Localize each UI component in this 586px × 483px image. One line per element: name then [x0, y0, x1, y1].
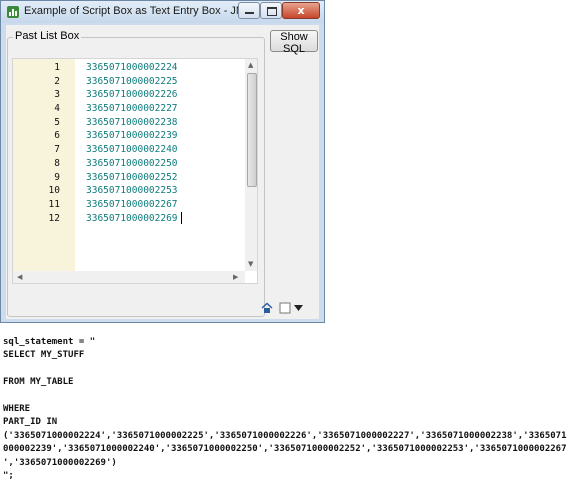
script-line[interactable]: 8 3365071000002250	[13, 157, 253, 171]
script-line[interactable]: 5 3365071000002238	[13, 116, 253, 130]
dropdown-arrow-icon[interactable]	[294, 305, 303, 312]
show-sql-button[interactable]: Show SQL	[270, 30, 318, 55]
vertical-scroll-thumb[interactable]	[247, 73, 257, 187]
line-text: 3365071000002267	[86, 198, 178, 210]
script-line[interactable]: 11 3365071000002267	[13, 198, 253, 212]
close-icon: x	[297, 4, 305, 17]
app-window: Example of Script Box as Text Entry Box …	[0, 0, 325, 323]
line-text: 3365071000002225	[86, 75, 178, 87]
script-line[interactable]: 1 3365071000002224	[13, 61, 253, 75]
window-content: Past List Box Show SQL 1 3365071000002224…	[6, 25, 319, 319]
line-text: 3365071000002239	[86, 130, 178, 142]
line-text: 3365071000002253	[86, 185, 178, 197]
line-text: 3365071000002250	[86, 157, 178, 169]
scroll-up-icon[interactable]: ▲	[248, 61, 253, 69]
window-title: Example of Script Box as Text Entry Box …	[24, 5, 253, 17]
line-number: 6	[54, 130, 60, 142]
minimize-button[interactable]	[238, 2, 260, 19]
line-number: 9	[54, 171, 60, 183]
scroll-down-icon[interactable]: ▼	[248, 260, 253, 268]
line-text: 3365071000002238	[86, 116, 178, 128]
horizontal-scrollbar[interactable]: ◀ ▶	[13, 271, 245, 283]
script-line[interactable]: 4 3365071000002227	[13, 102, 253, 116]
script-line[interactable]: 10 3365071000002253	[13, 184, 253, 198]
line-text: 3365071000002252	[86, 171, 178, 183]
line-number: 7	[54, 144, 60, 156]
sql-statement-output: sql_statement = " SELECT MY_STUFF FROM M…	[3, 337, 567, 482]
line-number: 4	[54, 103, 60, 115]
script-box[interactable]: 1 3365071000002224 2 3365071000002225 3 336…	[12, 58, 258, 284]
text-caret	[181, 212, 182, 224]
group-label: Past List Box	[13, 30, 82, 42]
script-line[interactable]: 9 3365071000002252	[13, 171, 253, 185]
status-bar-controls	[256, 302, 312, 316]
script-line[interactable]: 2 3365071000002225	[13, 75, 253, 89]
line-text: 3365071000002226	[86, 89, 178, 101]
line-number: 3	[54, 89, 60, 101]
scroll-left-icon[interactable]: ◀	[17, 273, 22, 281]
home-icon[interactable]	[261, 302, 273, 314]
window-icon[interactable]	[279, 302, 291, 314]
line-text: 3365071000002269	[86, 212, 178, 224]
script-line[interactable]: 7 3365071000002240	[13, 143, 253, 157]
line-text: 3365071000002227	[86, 103, 178, 115]
line-number: 12	[48, 212, 60, 224]
script-lines: 1 3365071000002224 2 3365071000002225 3 336…	[13, 61, 253, 225]
line-number: 10	[48, 185, 60, 197]
jmp-app-icon	[7, 6, 19, 18]
close-button[interactable]: x	[282, 2, 320, 19]
script-line[interactable]: 3 3365071000002226	[13, 88, 253, 102]
script-line[interactable]: 6 3365071000002239	[13, 129, 253, 143]
title-bar[interactable]: Example of Script Box as Text Entry Box …	[1, 1, 324, 23]
line-text: 3365071000002224	[86, 62, 178, 73]
line-number: 1	[54, 62, 60, 73]
line-number: 11	[48, 198, 60, 210]
vertical-scrollbar[interactable]: ▲ ▼	[245, 59, 257, 271]
line-text: 3365071000002240	[86, 144, 178, 156]
line-number: 5	[54, 116, 60, 128]
maximize-button[interactable]	[260, 2, 282, 19]
scroll-right-icon[interactable]: ▶	[233, 273, 238, 281]
line-number: 8	[54, 157, 60, 169]
script-line[interactable]: 12 3365071000002269	[13, 212, 253, 226]
line-number: 2	[54, 75, 60, 87]
